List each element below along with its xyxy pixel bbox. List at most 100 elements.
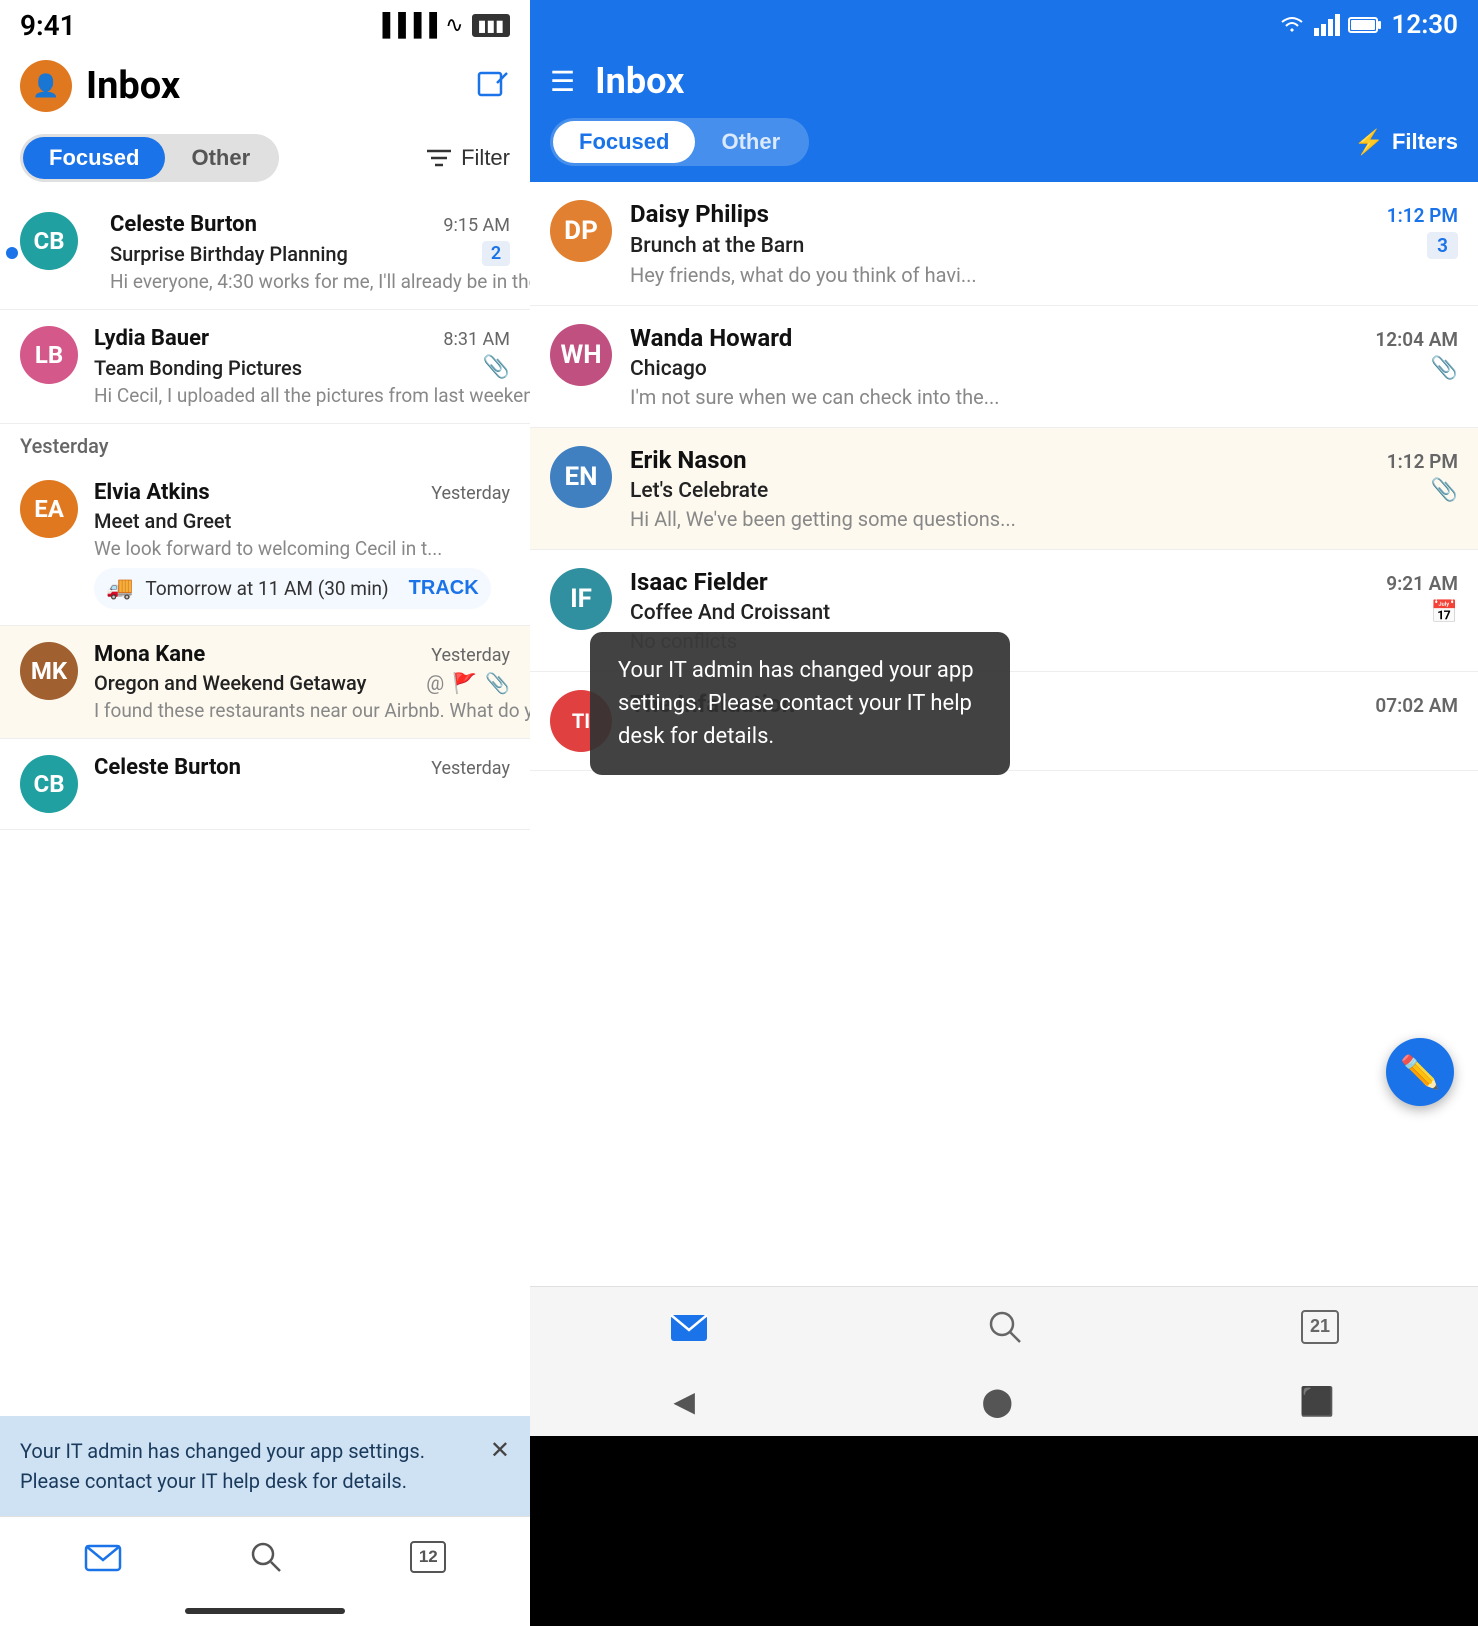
track-text: Tomorrow at 11 AM (30 min): [145, 577, 388, 600]
attachment-icon: 📎: [1431, 356, 1458, 381]
track-row: 🚚 Tomorrow at 11 AM (30 min) TRACK: [94, 568, 491, 609]
mail-sender: Erik Nason: [630, 446, 747, 474]
compose-fab[interactable]: ✏️: [1386, 1038, 1454, 1106]
mail-content: Celeste Burton Yesterday: [94, 755, 510, 813]
mail-preview: Hey friends, what do you think of havi..…: [630, 263, 977, 287]
filters-label: Filters: [1392, 129, 1458, 155]
at-icon: @: [426, 671, 444, 695]
mail-sender: Wanda Howard: [630, 324, 792, 352]
right-calendar-tab-button[interactable]: 21: [1271, 1300, 1369, 1354]
right-focused-tab[interactable]: Focused: [553, 121, 695, 163]
mail-time: Yesterday: [431, 483, 510, 504]
mail-subject: Let's Celebrate: [630, 479, 768, 503]
list-item[interactable]: DP Daisy Philips 1:12 PM Brunch at the B…: [530, 182, 1478, 306]
right-mail-tab-button[interactable]: [639, 1301, 739, 1353]
left-status-bar: 9:41 ▐▐▐▐ ∿ ▮▮▮: [0, 0, 530, 50]
list-item[interactable]: CB Celeste Burton Yesterday: [0, 739, 530, 830]
mail-content: Daisy Philips 1:12 PM Brunch at the Barn…: [630, 200, 1458, 287]
it-banner-close-button[interactable]: ✕: [490, 1436, 510, 1465]
right-search-tab-button[interactable]: [957, 1299, 1053, 1355]
recents-button[interactable]: ⬛: [1300, 1385, 1335, 1418]
calendar-tab-button[interactable]: 12: [390, 1533, 466, 1581]
attachment-icon: 📎: [485, 671, 510, 695]
it-banner-text: Your IT admin has changed your app setti…: [20, 1436, 478, 1496]
tooltip-text: Your IT admin has changed your app setti…: [618, 658, 974, 749]
home-button[interactable]: ⬤: [982, 1385, 1013, 1418]
left-tabs-row: Focused Other Filter: [0, 126, 530, 196]
truck-icon: 🚚: [106, 576, 133, 601]
mail-subject: Coffee And Croissant: [630, 601, 830, 625]
avatar: DP: [550, 200, 612, 262]
avatar: LB: [20, 326, 78, 384]
avatar: IF: [550, 568, 612, 630]
right-other-tab[interactable]: Other: [695, 121, 806, 163]
mail-sender: Lydia Bauer: [94, 326, 209, 351]
left-tab-buttons: Focused Other: [20, 134, 279, 182]
right-mail-list: DP Daisy Philips 1:12 PM Brunch at the B…: [530, 182, 1478, 1286]
list-item[interactable]: LB Lydia Bauer 8:31 AM Team Bonding Pict…: [0, 310, 530, 424]
right-header: ☰ Inbox: [530, 50, 1478, 118]
left-mail-list: CB Celeste Burton 9:15 AM Surprise Birth…: [0, 196, 530, 1416]
flag-icon: 🚩: [452, 671, 477, 695]
mail-content: Celeste Burton 9:15 AM Surprise Birthday…: [110, 212, 510, 293]
left-status-icons: ▐▐▐▐ ∿ ▮▮▮: [375, 12, 510, 38]
right-bottom-bar: 21: [530, 1286, 1478, 1366]
mail-subject: Brunch at the Barn: [630, 234, 804, 258]
mail-tab-button[interactable]: [64, 1534, 142, 1580]
search-tab-button[interactable]: [229, 1532, 303, 1582]
mail-sender: Elvia Atkins: [94, 480, 210, 505]
left-filter-button[interactable]: Filter: [425, 145, 510, 171]
list-item[interactable]: CB Celeste Burton 9:15 AM Surprise Birth…: [0, 196, 530, 310]
mail-time: 1:12 PM: [1387, 204, 1458, 227]
list-item[interactable]: WH Wanda Howard 12:04 AM Chicago 📎 I'm n…: [530, 306, 1478, 428]
right-status-icons: [1278, 14, 1382, 36]
mail-preview: Hi Cecil, I uploaded all the pictures fr…: [94, 384, 530, 407]
left-inbox-title: Inbox: [86, 64, 180, 108]
list-item[interactable]: MK Mona Kane Yesterday Oregon and Weeken…: [0, 626, 530, 739]
mail-sender: Mona Kane: [94, 642, 205, 667]
section-label-yesterday: Yesterday: [0, 424, 530, 464]
mail-subject: Team Bonding Pictures: [94, 356, 302, 380]
right-inbox-title: Inbox: [595, 60, 1458, 102]
it-banner-left: Your IT admin has changed your app setti…: [0, 1416, 530, 1516]
right-panel: 12:30 ☰ Inbox Focused Other ⚡ Filters DP…: [530, 0, 1478, 1626]
hamburger-icon[interactable]: ☰: [550, 65, 575, 98]
mail-badge: 2: [482, 241, 510, 266]
filter-label: Filter: [461, 145, 510, 171]
mail-sender: Celeste Burton: [94, 755, 241, 780]
left-other-tab[interactable]: Other: [165, 137, 276, 179]
left-focused-tab[interactable]: Focused: [23, 137, 165, 179]
signal-icon: ▐▐▐▐: [375, 12, 437, 38]
mail-time: Yesterday: [431, 758, 510, 779]
battery-icon: [1348, 16, 1382, 34]
mail-preview: Hi everyone, 4:30 works for me, I'll alr…: [110, 270, 530, 293]
mail-sender: Daisy Philips: [630, 200, 769, 228]
back-button[interactable]: ◀: [673, 1385, 695, 1418]
mail-badge: 3: [1427, 232, 1458, 259]
home-indicator: [0, 1596, 530, 1626]
calendar-icon: 📅: [1431, 600, 1458, 625]
list-item[interactable]: EA Elvia Atkins Yesterday Meet and Greet…: [0, 464, 530, 626]
mail-sender: Celeste Burton: [110, 212, 257, 237]
left-panel: 9:41 ▐▐▐▐ ∿ ▮▮▮ 👤 Inbox Focused Other: [0, 0, 530, 1626]
track-button[interactable]: TRACK: [409, 577, 479, 600]
mail-subject: Chicago: [630, 357, 707, 381]
mail-content: Lydia Bauer 8:31 AM Team Bonding Picture…: [94, 326, 510, 407]
filters-button[interactable]: ⚡ Filters: [1354, 128, 1458, 157]
home-bar: [185, 1608, 345, 1614]
compose-icon[interactable]: [474, 68, 510, 104]
mail-preview: I found these restaurants near our Airbn…: [94, 699, 530, 722]
attachment-icon: 📎: [1431, 478, 1458, 503]
user-avatar[interactable]: 👤: [20, 60, 72, 112]
list-item[interactable]: EN Erik Nason 1:12 PM Let's Celebrate 📎 …: [530, 428, 1478, 550]
mail-time: 8:31 AM: [443, 329, 510, 350]
mail-time: 12:04 AM: [1375, 328, 1458, 351]
avatar: WH: [550, 324, 612, 386]
unread-dot: [6, 247, 18, 259]
mail-subject: Meet and Greet: [94, 509, 231, 533]
mail-sender: Isaac Fielder: [630, 568, 768, 596]
mail-time: Yesterday: [431, 645, 510, 666]
mail-preview: Hi All, We've been getting some question…: [630, 507, 1016, 531]
avatar: CB: [20, 755, 78, 813]
right-tab-buttons: Focused Other: [550, 118, 809, 166]
